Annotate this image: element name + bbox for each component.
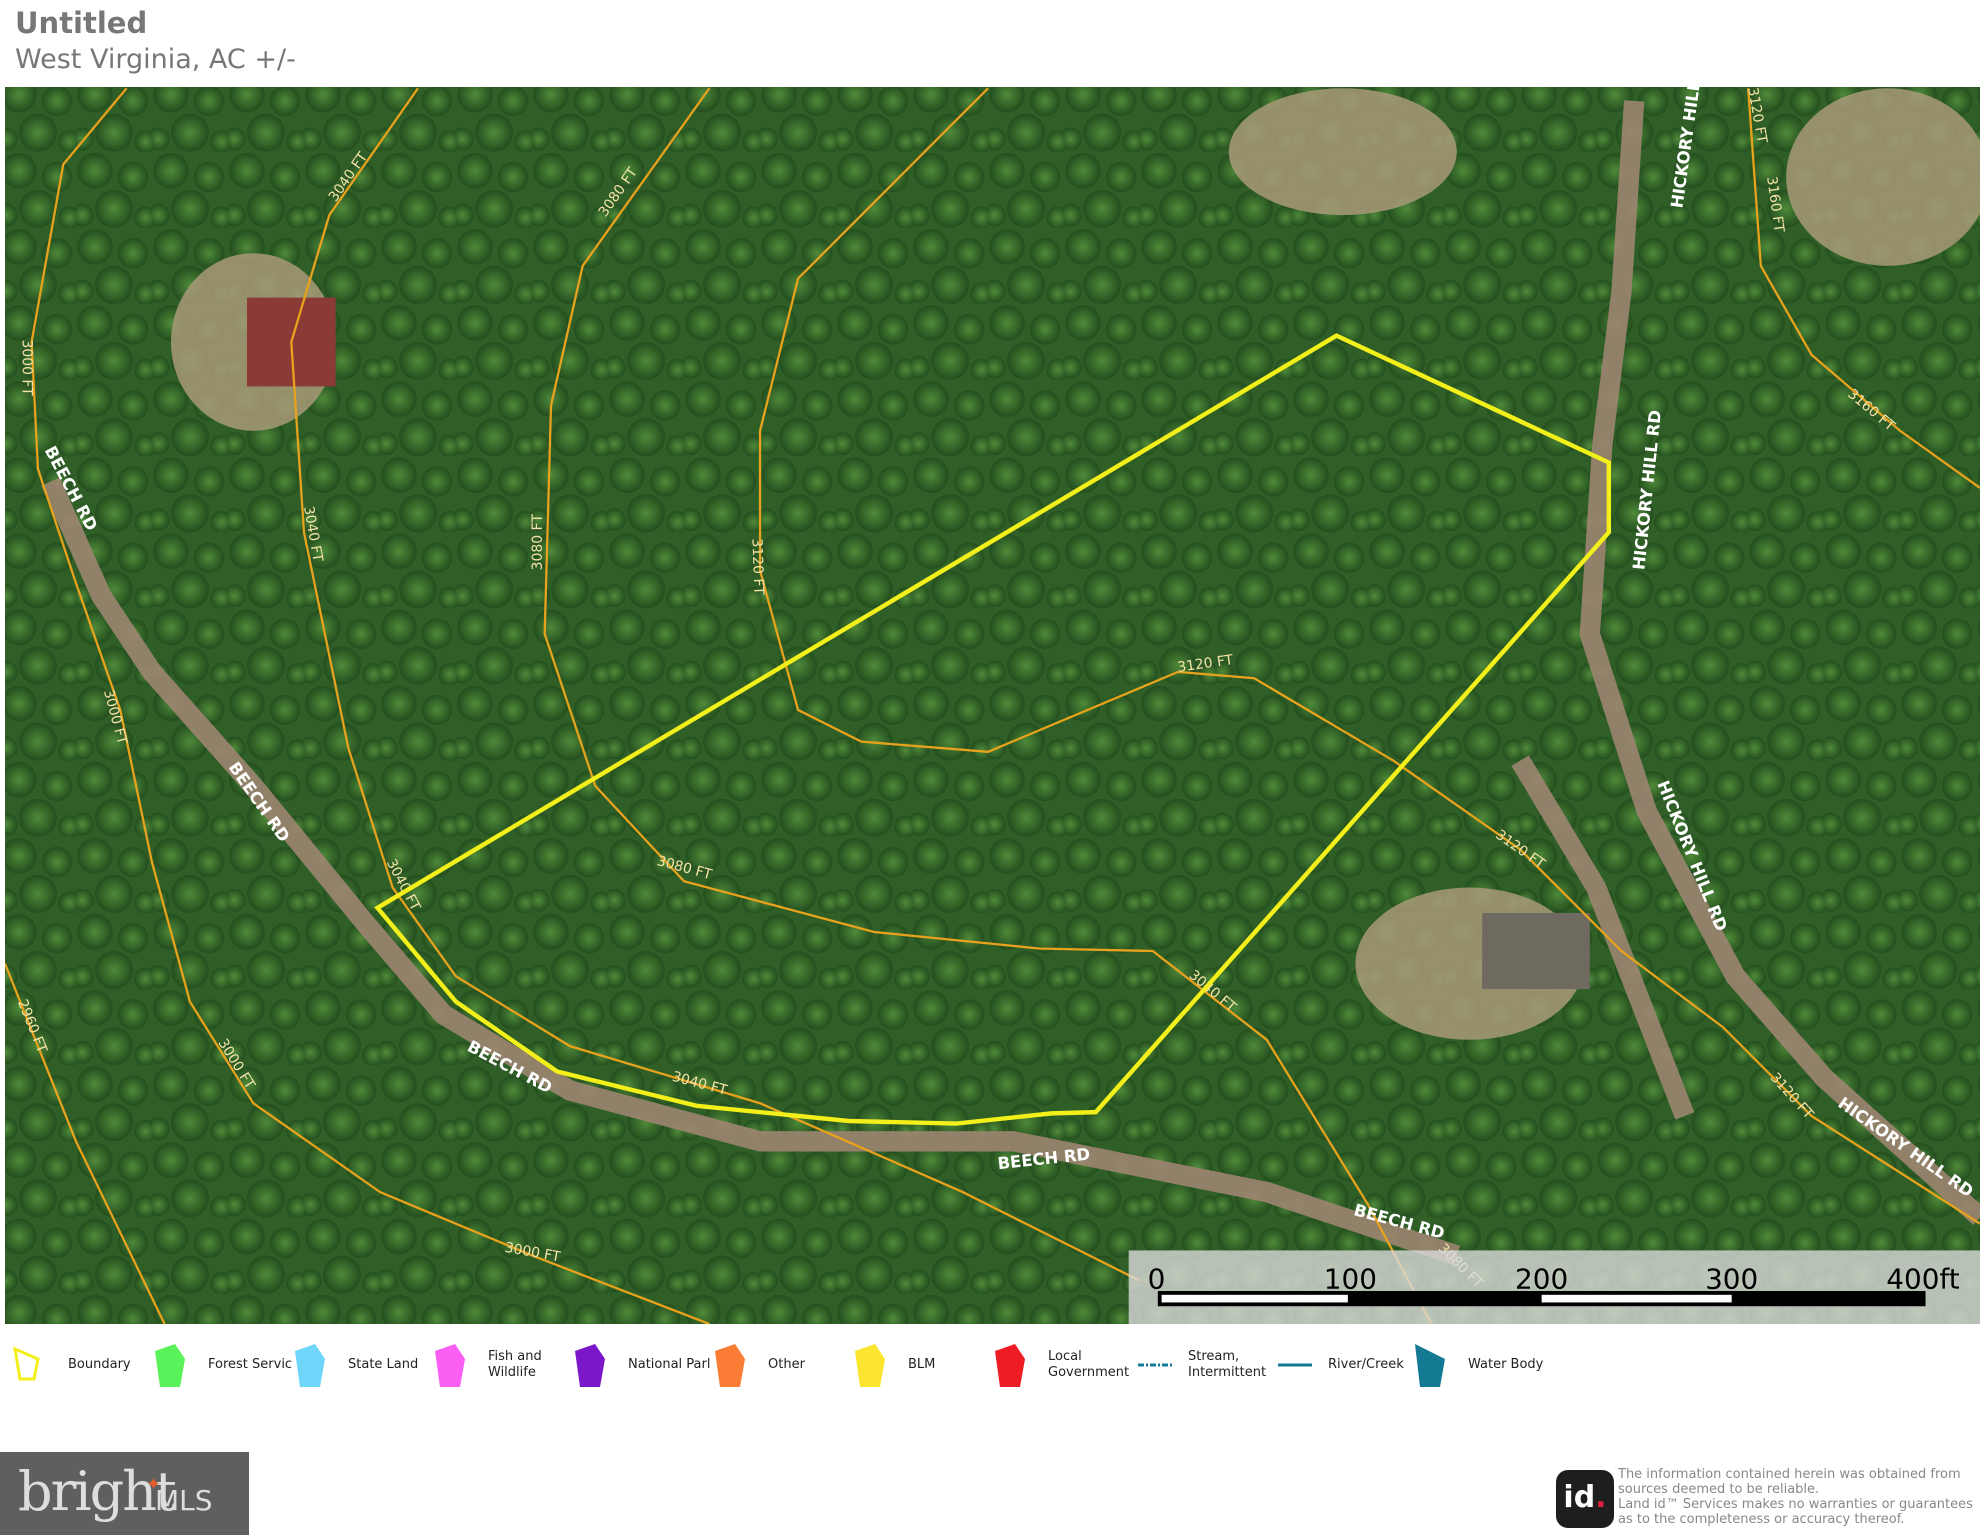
legend-item-fish-wildlife: Fish and Wildlife xyxy=(430,1340,542,1390)
water-body-swatch-icon xyxy=(1410,1341,1460,1389)
legend-item-state-land: State Land xyxy=(290,1340,418,1390)
map-legend: Boundary Forest Servic State Land Fish a… xyxy=(10,1340,1710,1390)
legend-item-water-body: Water Body xyxy=(1410,1340,1543,1390)
scale-bar: 0 100 200 300 400ft xyxy=(1129,1250,1980,1324)
building xyxy=(1482,913,1590,989)
legend-item-other: Other xyxy=(710,1340,805,1390)
contour-label: 3000 FT xyxy=(19,339,35,396)
legend-item-river-creek: River/Creek xyxy=(1270,1340,1404,1390)
state-land-swatch-icon xyxy=(290,1341,340,1389)
fish-wildlife-swatch-icon xyxy=(430,1341,480,1389)
legend-item-local-government: Local Government xyxy=(990,1340,1129,1390)
map-subtitle: West Virginia, AC +/- xyxy=(15,44,296,75)
national-park-swatch-icon xyxy=(570,1341,620,1389)
land-id-logo: id. xyxy=(1556,1470,1614,1528)
legend-item-blm: BLM xyxy=(850,1340,935,1390)
scale-tick: 100 xyxy=(1324,1262,1377,1295)
local-government-swatch-icon xyxy=(990,1341,1040,1389)
scale-tick: 300 xyxy=(1705,1262,1758,1295)
scale-tick: 0 xyxy=(1148,1262,1166,1295)
scale-tick: 400ft xyxy=(1886,1262,1959,1295)
blm-swatch-icon xyxy=(850,1341,900,1389)
bright-mls-logo: bright ✦ MLS xyxy=(0,1452,249,1535)
legend-item-national-park: National Parl xyxy=(570,1340,710,1390)
other-swatch-icon xyxy=(710,1341,760,1389)
disclaimer-text: The information contained herein was obt… xyxy=(1618,1467,1987,1527)
contour-label: 3120 FT xyxy=(748,538,766,595)
river-line-icon xyxy=(1270,1341,1320,1389)
boundary-swatch-icon xyxy=(10,1341,60,1389)
contour-label: 3080 FT xyxy=(530,514,546,571)
forest-service-swatch-icon xyxy=(150,1341,200,1389)
satellite-map[interactable]: 3040 FT 3080 FT 3000 FT 3040 FT 3080 FT … xyxy=(5,87,1980,1324)
legend-item-stream: Stream, Intermittent xyxy=(1130,1340,1266,1390)
stream-line-icon xyxy=(1130,1341,1180,1389)
map-title: Untitled xyxy=(15,6,147,40)
legend-item-boundary: Boundary xyxy=(10,1340,131,1390)
legend-item-forest-service: Forest Servic xyxy=(150,1340,292,1390)
scale-tick: 200 xyxy=(1515,1262,1568,1295)
